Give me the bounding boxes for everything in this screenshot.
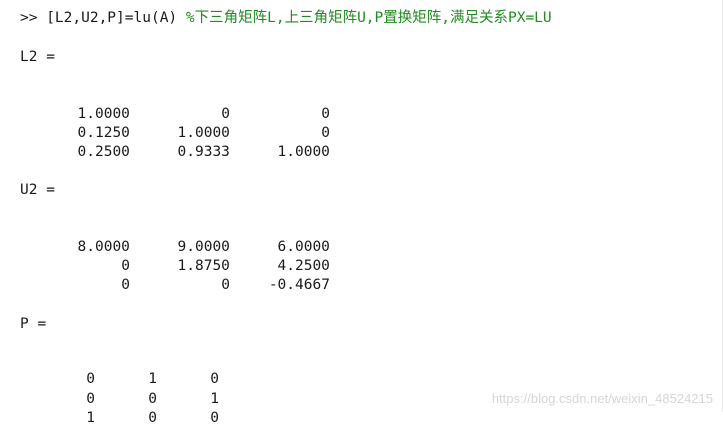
prompt: >> [20, 10, 47, 26]
l2-row: 1.0000 0 0 [20, 87, 330, 122]
command-comment: %下三角矩阵L,上三角矩阵U,P置换矩阵,满足关系PX=LU [185, 10, 552, 26]
l2-cell: 1.0000 [277, 144, 330, 160]
l2-cell: 0.2500 [77, 144, 130, 160]
u2-label: U2 = [20, 182, 55, 198]
u2-row: 0 1.8750 4.2500 [20, 239, 330, 274]
l2-row: 0.1250 1.0000 0 [20, 106, 330, 141]
u2-cell: 0 [121, 277, 130, 293]
u2-row: 0 0 -0.4667 [20, 258, 330, 293]
l2-label: L2 = [20, 49, 55, 65]
u2-row: 8.0000 9.0000 6.0000 [20, 220, 330, 255]
command-window[interactable]: >> [L2,U2,P]=lu(A) %下三角矩阵L,上三角矩阵U,P置换矩阵,… [0, 0, 723, 426]
command-line[interactable]: >> [L2,U2,P]=lu(A) %下三角矩阵L,上三角矩阵U,P置换矩阵,… [20, 9, 552, 27]
u2-cell: 0 [221, 277, 230, 293]
l2-row: 0.2500 0.9333 1.0000 [20, 125, 330, 160]
p-row: 100 [20, 391, 219, 426]
u2-cell: -0.4667 [268, 277, 330, 293]
p-label: P = [20, 316, 47, 332]
p-row: 010 [20, 352, 219, 387]
watermark: https://blog.csdn.net/weixin_48524215 [491, 391, 713, 406]
p-row: 001 [20, 372, 219, 407]
command-code: [L2,U2,P]=lu(A) [46, 10, 186, 26]
l2-cell: 0.9333 [177, 144, 230, 160]
